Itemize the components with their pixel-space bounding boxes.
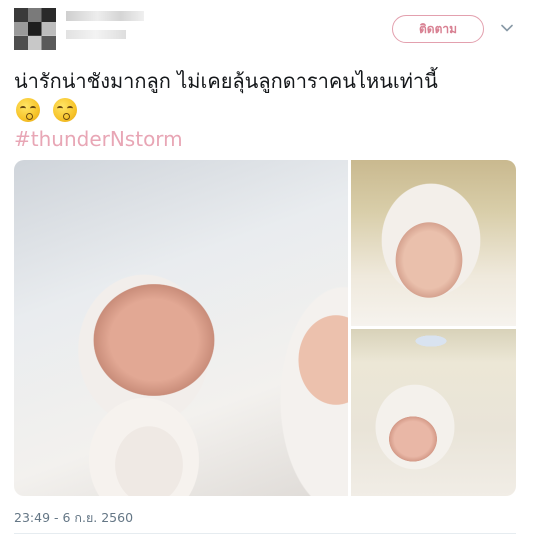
tweet-header: ติดตาม <box>0 0 540 62</box>
follow-button[interactable]: ติดตาม <box>392 15 484 43</box>
avatar[interactable] <box>14 8 56 50</box>
kissing-face-icon <box>53 98 78 122</box>
tweet-text: น่ารักน่าชังมากลูก ไม่เคยลุ้นลูกดาราคนไห… <box>14 69 438 93</box>
photo-twins-main[interactable] <box>14 160 348 496</box>
hashtag-link[interactable]: #thunderNstorm <box>14 126 183 152</box>
kissing-face-icon <box>16 98 40 122</box>
emoji-row <box>16 98 85 124</box>
photo-baby-bottom-right[interactable] <box>351 329 516 496</box>
username-blurred[interactable] <box>66 30 126 39</box>
media-grid <box>14 160 516 496</box>
tweet-timestamp[interactable]: 23:49 - 6 ก.ย. 2560 <box>14 508 133 528</box>
chevron-down-icon[interactable] <box>500 21 514 35</box>
divider <box>14 533 516 534</box>
display-name-blurred[interactable] <box>66 11 144 21</box>
photo-baby-top-right[interactable] <box>351 160 516 326</box>
